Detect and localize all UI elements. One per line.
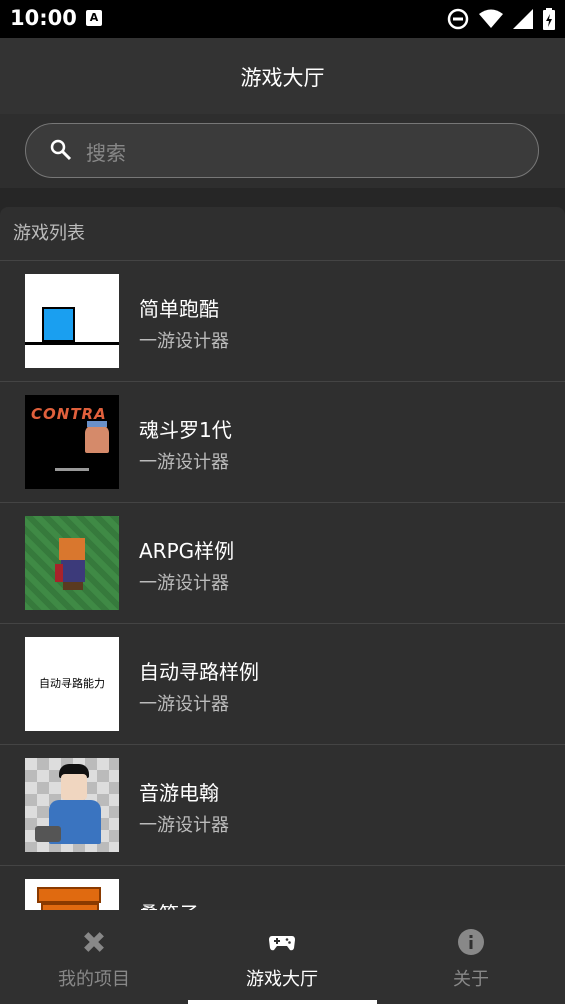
list-item[interactable]: CONTRA 魂斗罗1代 一游设计器 (0, 382, 565, 503)
game-name: 叠箱子 (139, 898, 199, 910)
game-name: ARPG样例 (139, 539, 235, 563)
list-item[interactable]: 叠箱子 (0, 866, 565, 910)
game-author: 一游设计器 (139, 452, 229, 473)
do-not-disturb-icon (447, 8, 469, 30)
status-icons (447, 8, 555, 30)
list-header: 游戏列表 (0, 207, 565, 261)
signal-icon (513, 9, 533, 29)
status-time: 10:00 (10, 6, 77, 30)
page-title: 游戏大厅 (240, 66, 325, 90)
game-thumbnail-music (25, 758, 119, 852)
game-name: 自动寻路样例 (139, 660, 259, 684)
nav-about[interactable]: 关于 (377, 910, 565, 1004)
nav-game-hall[interactable]: 游戏大厅 (188, 910, 376, 1004)
nav-label: 我的项目 (58, 969, 130, 990)
search-placeholder: 搜索 (86, 141, 126, 165)
battery-icon (543, 8, 555, 30)
search-area: 搜索 (0, 114, 565, 188)
search-icon (50, 139, 72, 161)
game-thumbnail-stack-boxes (25, 879, 119, 910)
nav-my-projects[interactable]: 我的项目 (0, 910, 188, 1004)
list-item[interactable]: 简单跑酷 一游设计器 (0, 261, 565, 382)
game-list: 游戏列表 简单跑酷 一游设计器 CONTRA 魂斗罗1代 一游设计器 ARPG样… (0, 207, 565, 910)
accessibility-a-icon: A (86, 10, 102, 26)
game-name: 音游电翰 (139, 781, 219, 805)
game-author: 一游设计器 (139, 815, 229, 836)
info-icon (377, 928, 565, 956)
game-name: 简单跑酷 (139, 297, 219, 321)
list-item[interactable]: 音游电翰 一游设计器 (0, 745, 565, 866)
game-thumbnail-pathfinding: 自动寻路能力 (25, 637, 119, 731)
list-item[interactable]: ARPG样例 一游设计器 (0, 503, 565, 624)
nav-label: 游戏大厅 (246, 969, 318, 990)
wifi-icon (479, 9, 503, 28)
nav-active-indicator (188, 1000, 377, 1004)
search-input[interactable]: 搜索 (25, 123, 539, 178)
game-author: 一游设计器 (139, 694, 229, 715)
list-item[interactable]: 自动寻路能力 自动寻路样例 一游设计器 (0, 624, 565, 745)
gamepad-icon (188, 928, 376, 956)
bottom-nav: 我的项目 游戏大厅 关于 (0, 910, 565, 1004)
game-name: 魂斗罗1代 (139, 418, 232, 442)
game-author: 一游设计器 (139, 331, 229, 352)
game-thumbnail-contra: CONTRA (25, 395, 119, 489)
game-thumbnail-arpg (25, 516, 119, 610)
thumbnail-text: 自动寻路能力 (39, 677, 105, 690)
game-author: 一游设计器 (139, 573, 229, 594)
status-bar: 10:00 A (0, 0, 565, 38)
app-bar: 游戏大厅 (0, 38, 565, 114)
nav-label: 关于 (453, 969, 489, 990)
pencil-ruler-icon (0, 928, 188, 956)
game-thumbnail-parkour (25, 274, 119, 368)
